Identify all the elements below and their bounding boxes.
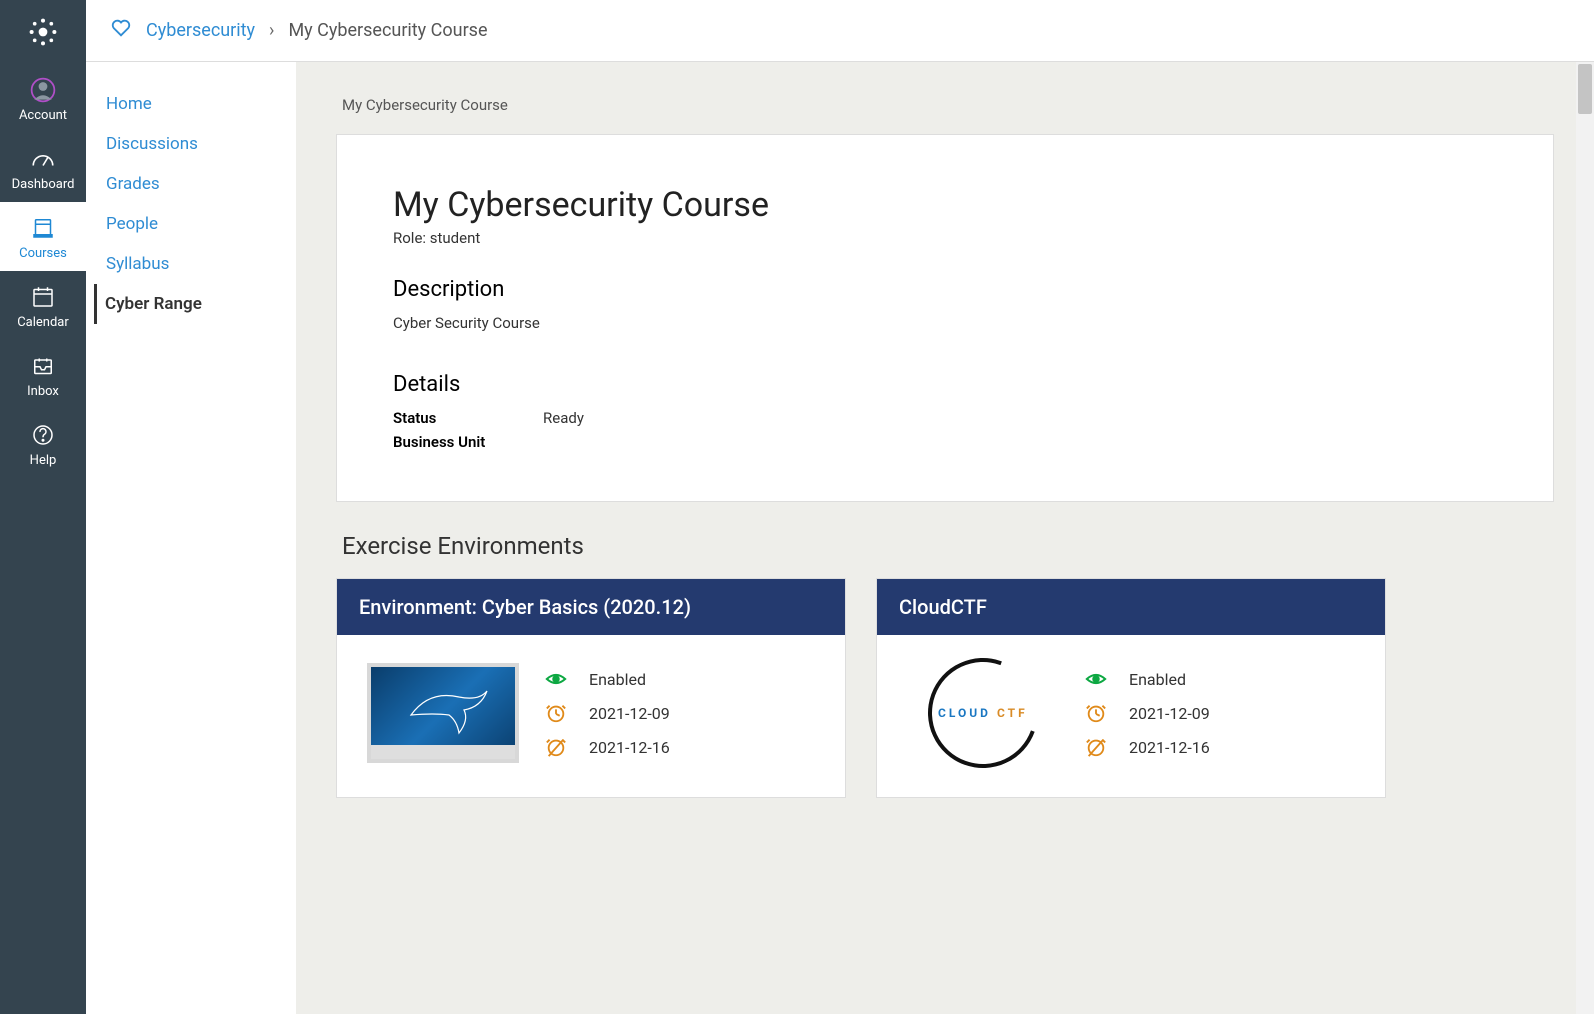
eye-icon [1085, 668, 1107, 690]
global-nav-rail: Account Dashboard Courses Calendar Inbox… [0, 0, 86, 1014]
detail-key: Status [393, 409, 543, 427]
environment-body: Enabled 2021-12-09 [337, 635, 845, 797]
detail-row: Status Ready [393, 409, 1497, 427]
scrollbar-thumb[interactable] [1578, 64, 1592, 114]
environment-card[interactable]: CloudCTF CLOUD CTF E [876, 578, 1386, 798]
content-area: My Cybersecurity Course My Cybersecurity… [296, 62, 1594, 1014]
clock-icon [545, 702, 567, 724]
context-title: My Cybersecurity Course [342, 96, 1554, 114]
meta-end-date: 2021-12-16 [1129, 738, 1210, 757]
meta-end-row: 2021-12-16 [545, 736, 670, 758]
environment-body: CLOUD CTF Enabled [877, 635, 1385, 797]
breadcrumb-separator: › [269, 20, 274, 41]
meta-status-row: Enabled [1085, 668, 1210, 690]
breadcrumb: Cybersecurity › My Cybersecurity Course [86, 0, 1594, 62]
environment-title: CloudCTF [877, 579, 1385, 635]
exercise-heading: Exercise Environments [342, 532, 1554, 560]
scrollbar[interactable] [1576, 62, 1594, 1014]
nav-item-grades[interactable]: Grades [106, 164, 296, 204]
rail-item-label: Account [19, 108, 67, 123]
detail-key: Business Unit [393, 433, 543, 451]
courses-icon [29, 214, 57, 242]
meta-end-date: 2021-12-16 [589, 738, 670, 757]
nav-item-syllabus[interactable]: Syllabus [106, 244, 296, 284]
environment-meta: Enabled 2021-12-09 [545, 668, 670, 758]
course-card: My Cybersecurity Course Role: student De… [336, 134, 1554, 502]
below-breadcrumb: Home Discussions Grades People Syllabus … [86, 62, 1594, 1014]
kali-dragon-icon [409, 685, 489, 735]
rail-item-label: Inbox [27, 384, 59, 399]
account-icon [29, 76, 57, 104]
course-role: Role: student [393, 229, 1497, 247]
environment-thumb-kali [367, 663, 519, 763]
environment-title: Environment: Cyber Basics (2020.12) [337, 579, 845, 635]
canvas-logo-icon [29, 18, 57, 46]
meta-status: Enabled [589, 670, 646, 689]
rail-item-help[interactable]: Help [0, 409, 86, 478]
meta-status-row: Enabled [545, 668, 670, 690]
canvas-logo[interactable] [29, 0, 57, 64]
meta-end-row: 2021-12-16 [1085, 736, 1210, 758]
description-heading: Description [393, 277, 1497, 302]
rail-item-calendar[interactable]: Calendar [0, 271, 86, 340]
nav-item-home[interactable]: Home [106, 84, 296, 124]
rail-item-label: Courses [19, 246, 67, 261]
meta-start-date: 2021-12-09 [1129, 704, 1210, 723]
breadcrumb-root[interactable]: Cybersecurity [146, 20, 255, 41]
environment-card[interactable]: Environment: Cyber Basics (2020.12) [336, 578, 846, 798]
inbox-icon [29, 352, 57, 380]
environment-meta: Enabled 2021-12-09 [1085, 668, 1210, 758]
dashboard-icon [29, 145, 57, 173]
nav-item-discussions[interactable]: Discussions [106, 124, 296, 164]
meta-status: Enabled [1129, 670, 1186, 689]
main-wrapper: Cybersecurity › My Cybersecurity Course … [86, 0, 1594, 1014]
environment-grid: Environment: Cyber Basics (2020.12) [336, 578, 1554, 798]
rail-item-courses[interactable]: Courses [0, 202, 86, 271]
rail-item-dashboard[interactable]: Dashboard [0, 133, 86, 202]
details-heading: Details [393, 372, 1497, 397]
nav-item-cyber-range[interactable]: Cyber Range [94, 284, 296, 324]
rail-item-label: Calendar [17, 315, 69, 330]
course-title: My Cybersecurity Course [393, 185, 1497, 225]
nav-item-people[interactable]: People [106, 204, 296, 244]
rail-item-account[interactable]: Account [0, 64, 86, 133]
clock-off-icon [1085, 736, 1107, 758]
meta-start-row: 2021-12-09 [545, 702, 670, 724]
description-value: Cyber Security Course [393, 314, 1497, 332]
meta-start-date: 2021-12-09 [589, 704, 670, 723]
environment-thumb-cloudctf: CLOUD CTF [907, 663, 1059, 763]
course-nav: Home Discussions Grades People Syllabus … [86, 62, 296, 1014]
rail-item-label: Help [30, 453, 57, 468]
detail-row: Business Unit [393, 433, 1497, 451]
eye-icon [545, 668, 567, 690]
help-icon [29, 421, 57, 449]
clock-off-icon [545, 736, 567, 758]
rail-item-inbox[interactable]: Inbox [0, 340, 86, 409]
detail-value: Ready [543, 409, 584, 427]
meta-start-row: 2021-12-09 [1085, 702, 1210, 724]
calendar-icon [29, 283, 57, 311]
cloudctf-logo-icon: CLOUD CTF [910, 640, 1056, 786]
breadcrumb-current: My Cybersecurity Course [288, 20, 487, 41]
clock-icon [1085, 702, 1107, 724]
heart-icon[interactable] [110, 17, 132, 44]
rail-item-label: Dashboard [12, 177, 75, 192]
